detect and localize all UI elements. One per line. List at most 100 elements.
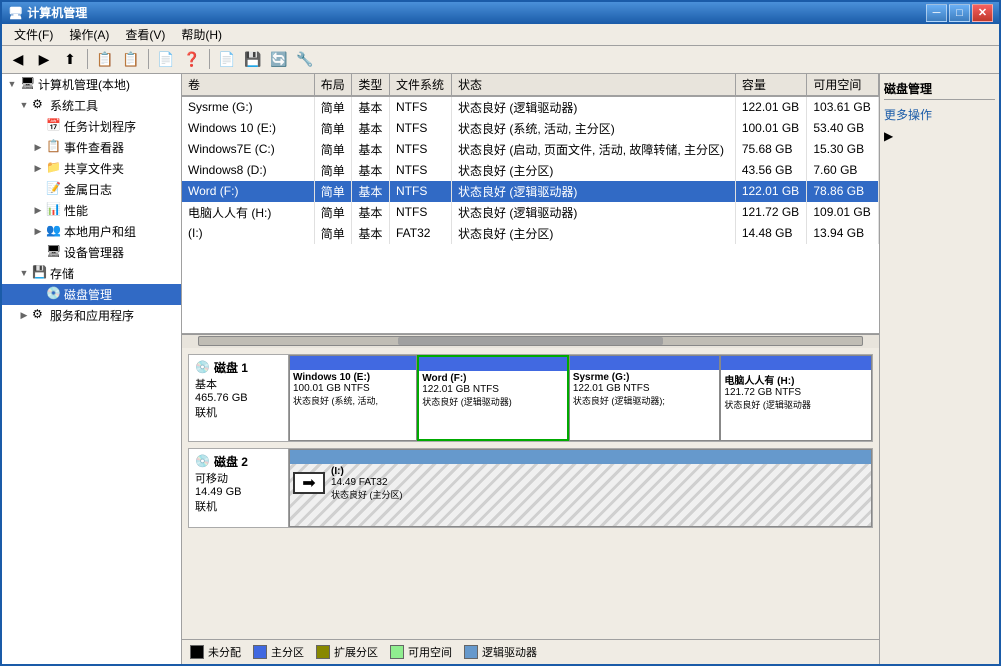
- tree-services[interactable]: ▶ ⚙ 服务和应用程序: [2, 305, 181, 326]
- main-container: ▼ 🖥 计算机管理(本地) ▼ ⚙ 系统工具 ▶ 📅 任务计划程序 ▶ 📋 事件…: [2, 74, 999, 664]
- computer-icon: 🖥: [20, 76, 36, 92]
- legend-logical: 逻辑驱动器: [464, 644, 537, 660]
- table-cell: 状态良好 (逻辑驱动器): [452, 96, 736, 118]
- export-button[interactable]: 💾: [241, 48, 265, 70]
- disk-icon: 💿: [46, 286, 62, 302]
- col-capacity: 容量: [735, 74, 807, 96]
- toolbar: ◀ ▶ ⬆ 📋 📋 📄 ❓ 📄 💾 🔄 🔧: [2, 46, 999, 74]
- table-cell: 121.72 GB: [735, 202, 807, 223]
- disk2-partition-i[interactable]: ➡ (I:) 14.49 FAT32 状态良好 (主分区): [289, 449, 872, 527]
- expand-icon: ▼: [4, 76, 20, 92]
- table-cell: NTFS: [390, 181, 452, 202]
- legend-free-color: [390, 645, 404, 659]
- new-button[interactable]: 📄: [215, 48, 239, 70]
- tree-device-manager[interactable]: ▶ 🖥 设备管理器: [2, 242, 181, 263]
- action-panel-title: 磁盘管理: [884, 78, 995, 100]
- table-cell: 状态良好 (主分区): [452, 160, 736, 181]
- expand-icon: ▶: [30, 160, 46, 176]
- tree-storage[interactable]: ▼ 💾 存储: [2, 263, 181, 284]
- toolbar-separator-2: [148, 49, 149, 69]
- legend-extended-label: 扩展分区: [334, 644, 378, 660]
- menu-view[interactable]: 查看(V): [117, 24, 173, 45]
- table-cell: 基本: [352, 96, 390, 118]
- perf-icon: 📊: [46, 202, 62, 218]
- table-row[interactable]: Windows7E (C:)简单基本NTFS状态良好 (启动, 页面文件, 活动…: [182, 139, 879, 160]
- table-cell: 简单: [314, 139, 352, 160]
- disk2-info: 💿 磁盘 2 可移动 14.49 GB 联机: [189, 449, 289, 527]
- maximize-button[interactable]: □: [949, 4, 970, 22]
- refresh-button[interactable]: 🔄: [267, 48, 291, 70]
- table-row[interactable]: Sysrme (G:)简单基本NTFS状态良好 (逻辑驱动器)122.01 GB…: [182, 96, 879, 118]
- disk2-entry: 💿 磁盘 2 可移动 14.49 GB 联机: [188, 448, 873, 528]
- table-cell: NTFS: [390, 139, 452, 160]
- tree-event-viewer[interactable]: ▶ 📋 事件查看器: [2, 137, 181, 158]
- toolbar-separator-3: [209, 49, 210, 69]
- table-cell: 状态良好 (主分区): [452, 223, 736, 244]
- menu-file[interactable]: 文件(F): [6, 24, 61, 45]
- disk1-partition-diannao[interactable]: 电脑人人有 (H:) 121.72 GB NTFS 状态良好 (逻辑驱动器: [720, 355, 872, 441]
- forward-button[interactable]: ▶: [32, 48, 56, 70]
- legend-unallocated-color: [190, 645, 204, 659]
- tree-shared-folders[interactable]: ▶ 📁 共享文件夹: [2, 158, 181, 179]
- legend-primary-label: 主分区: [271, 644, 304, 660]
- table-cell: 状态良好 (逻辑驱动器): [452, 202, 736, 223]
- disk2-icon: 💿: [195, 454, 210, 468]
- tree-services-label: 服务和应用程序: [50, 307, 134, 324]
- users-icon: 👥: [46, 223, 62, 239]
- title-bar: 🖥 计算机管理 ─ □ ✕: [2, 2, 999, 24]
- tree-root[interactable]: ▼ 🖥 计算机管理(本地): [2, 74, 181, 95]
- tools-icon: ⚙: [32, 97, 48, 113]
- disk-map-area: 💿 磁盘 1 基本 465.76 GB 联机: [182, 348, 879, 639]
- table-cell: 13.94 GB: [807, 223, 879, 244]
- action-panel: 磁盘管理 更多操作 ▶: [879, 74, 999, 664]
- table-cell: NTFS: [390, 160, 452, 181]
- action-more[interactable]: 更多操作: [884, 104, 995, 125]
- toolbar-separator-1: [87, 49, 88, 69]
- disk1-info: 💿 磁盘 1 基本 465.76 GB 联机: [189, 355, 289, 441]
- tree-root-label: 计算机管理(本地): [38, 76, 130, 93]
- table-cell: NTFS: [390, 96, 452, 118]
- table-cell: (I:): [182, 223, 314, 244]
- menu-action[interactable]: 操作(A): [61, 24, 117, 45]
- tree-system-tools[interactable]: ▼ ⚙ 系统工具: [2, 95, 181, 116]
- table-row[interactable]: 电脑人人有 (H:)简单基本NTFS状态良好 (逻辑驱动器)121.72 GB1…: [182, 202, 879, 223]
- table-row[interactable]: Word (F:)简单基本NTFS状态良好 (逻辑驱动器)122.01 GB78…: [182, 181, 879, 202]
- tree-local-users[interactable]: ▶ 👥 本地用户和组: [2, 221, 181, 242]
- toolbar-extra[interactable]: 🔧: [293, 48, 317, 70]
- paste-button[interactable]: 📋: [119, 48, 143, 70]
- disk1-partition-win10[interactable]: Windows 10 (E:) 100.01 GB NTFS 状态良好 (系统,…: [289, 355, 417, 441]
- expand-icon: ▶: [16, 307, 32, 323]
- close-button[interactable]: ✕: [972, 4, 993, 22]
- minimize-button[interactable]: ─: [926, 4, 947, 22]
- legend-unallocated: 未分配: [190, 644, 241, 660]
- table-cell: 简单: [314, 181, 352, 202]
- col-layout: 布局: [314, 74, 352, 96]
- menu-help[interactable]: 帮助(H): [173, 24, 230, 45]
- disk1-status: 联机: [195, 404, 282, 420]
- horizontal-scrollbar[interactable]: [182, 334, 879, 348]
- table-cell: 基本: [352, 202, 390, 223]
- up-button[interactable]: ⬆: [58, 48, 82, 70]
- disk1-partition-sysrme[interactable]: Sysrme (G:) 122.01 GB NTFS 状态良好 (逻辑驱动器);: [569, 355, 721, 441]
- table-cell: 75.68 GB: [735, 139, 807, 160]
- table-cell: 基本: [352, 181, 390, 202]
- tree-log[interactable]: ▶ 📝 金属日志: [2, 179, 181, 200]
- col-volume: 卷: [182, 74, 314, 96]
- properties-button[interactable]: 📄: [154, 48, 178, 70]
- table-cell: 简单: [314, 160, 352, 181]
- table-cell: 122.01 GB: [735, 96, 807, 118]
- action-more-arrow[interactable]: ▶: [884, 129, 995, 143]
- table-row[interactable]: Windows 10 (E:)简单基本NTFS状态良好 (系统, 活动, 主分区…: [182, 118, 879, 139]
- table-row[interactable]: (I:)简单基本FAT32状态良好 (主分区)14.48 GB13.94 GB: [182, 223, 879, 244]
- expand-icon: ▼: [16, 265, 32, 281]
- tree-disk-management[interactable]: ▶ 💿 磁盘管理: [2, 284, 181, 305]
- tree-task-scheduler[interactable]: ▶ 📅 任务计划程序: [2, 116, 181, 137]
- disk1-partition-word[interactable]: Word (F:) 122.01 GB NTFS 状态良好 (逻辑驱动器): [417, 355, 569, 441]
- help-btn[interactable]: ❓: [180, 48, 204, 70]
- table-cell: 15.30 GB: [807, 139, 879, 160]
- back-button[interactable]: ◀: [6, 48, 30, 70]
- tree-performance[interactable]: ▶ 📊 性能: [2, 200, 181, 221]
- copy-button[interactable]: 📋: [93, 48, 117, 70]
- table-cell: 78.86 GB: [807, 181, 879, 202]
- table-row[interactable]: Windows8 (D:)简单基本NTFS状态良好 (主分区)43.56 GB7…: [182, 160, 879, 181]
